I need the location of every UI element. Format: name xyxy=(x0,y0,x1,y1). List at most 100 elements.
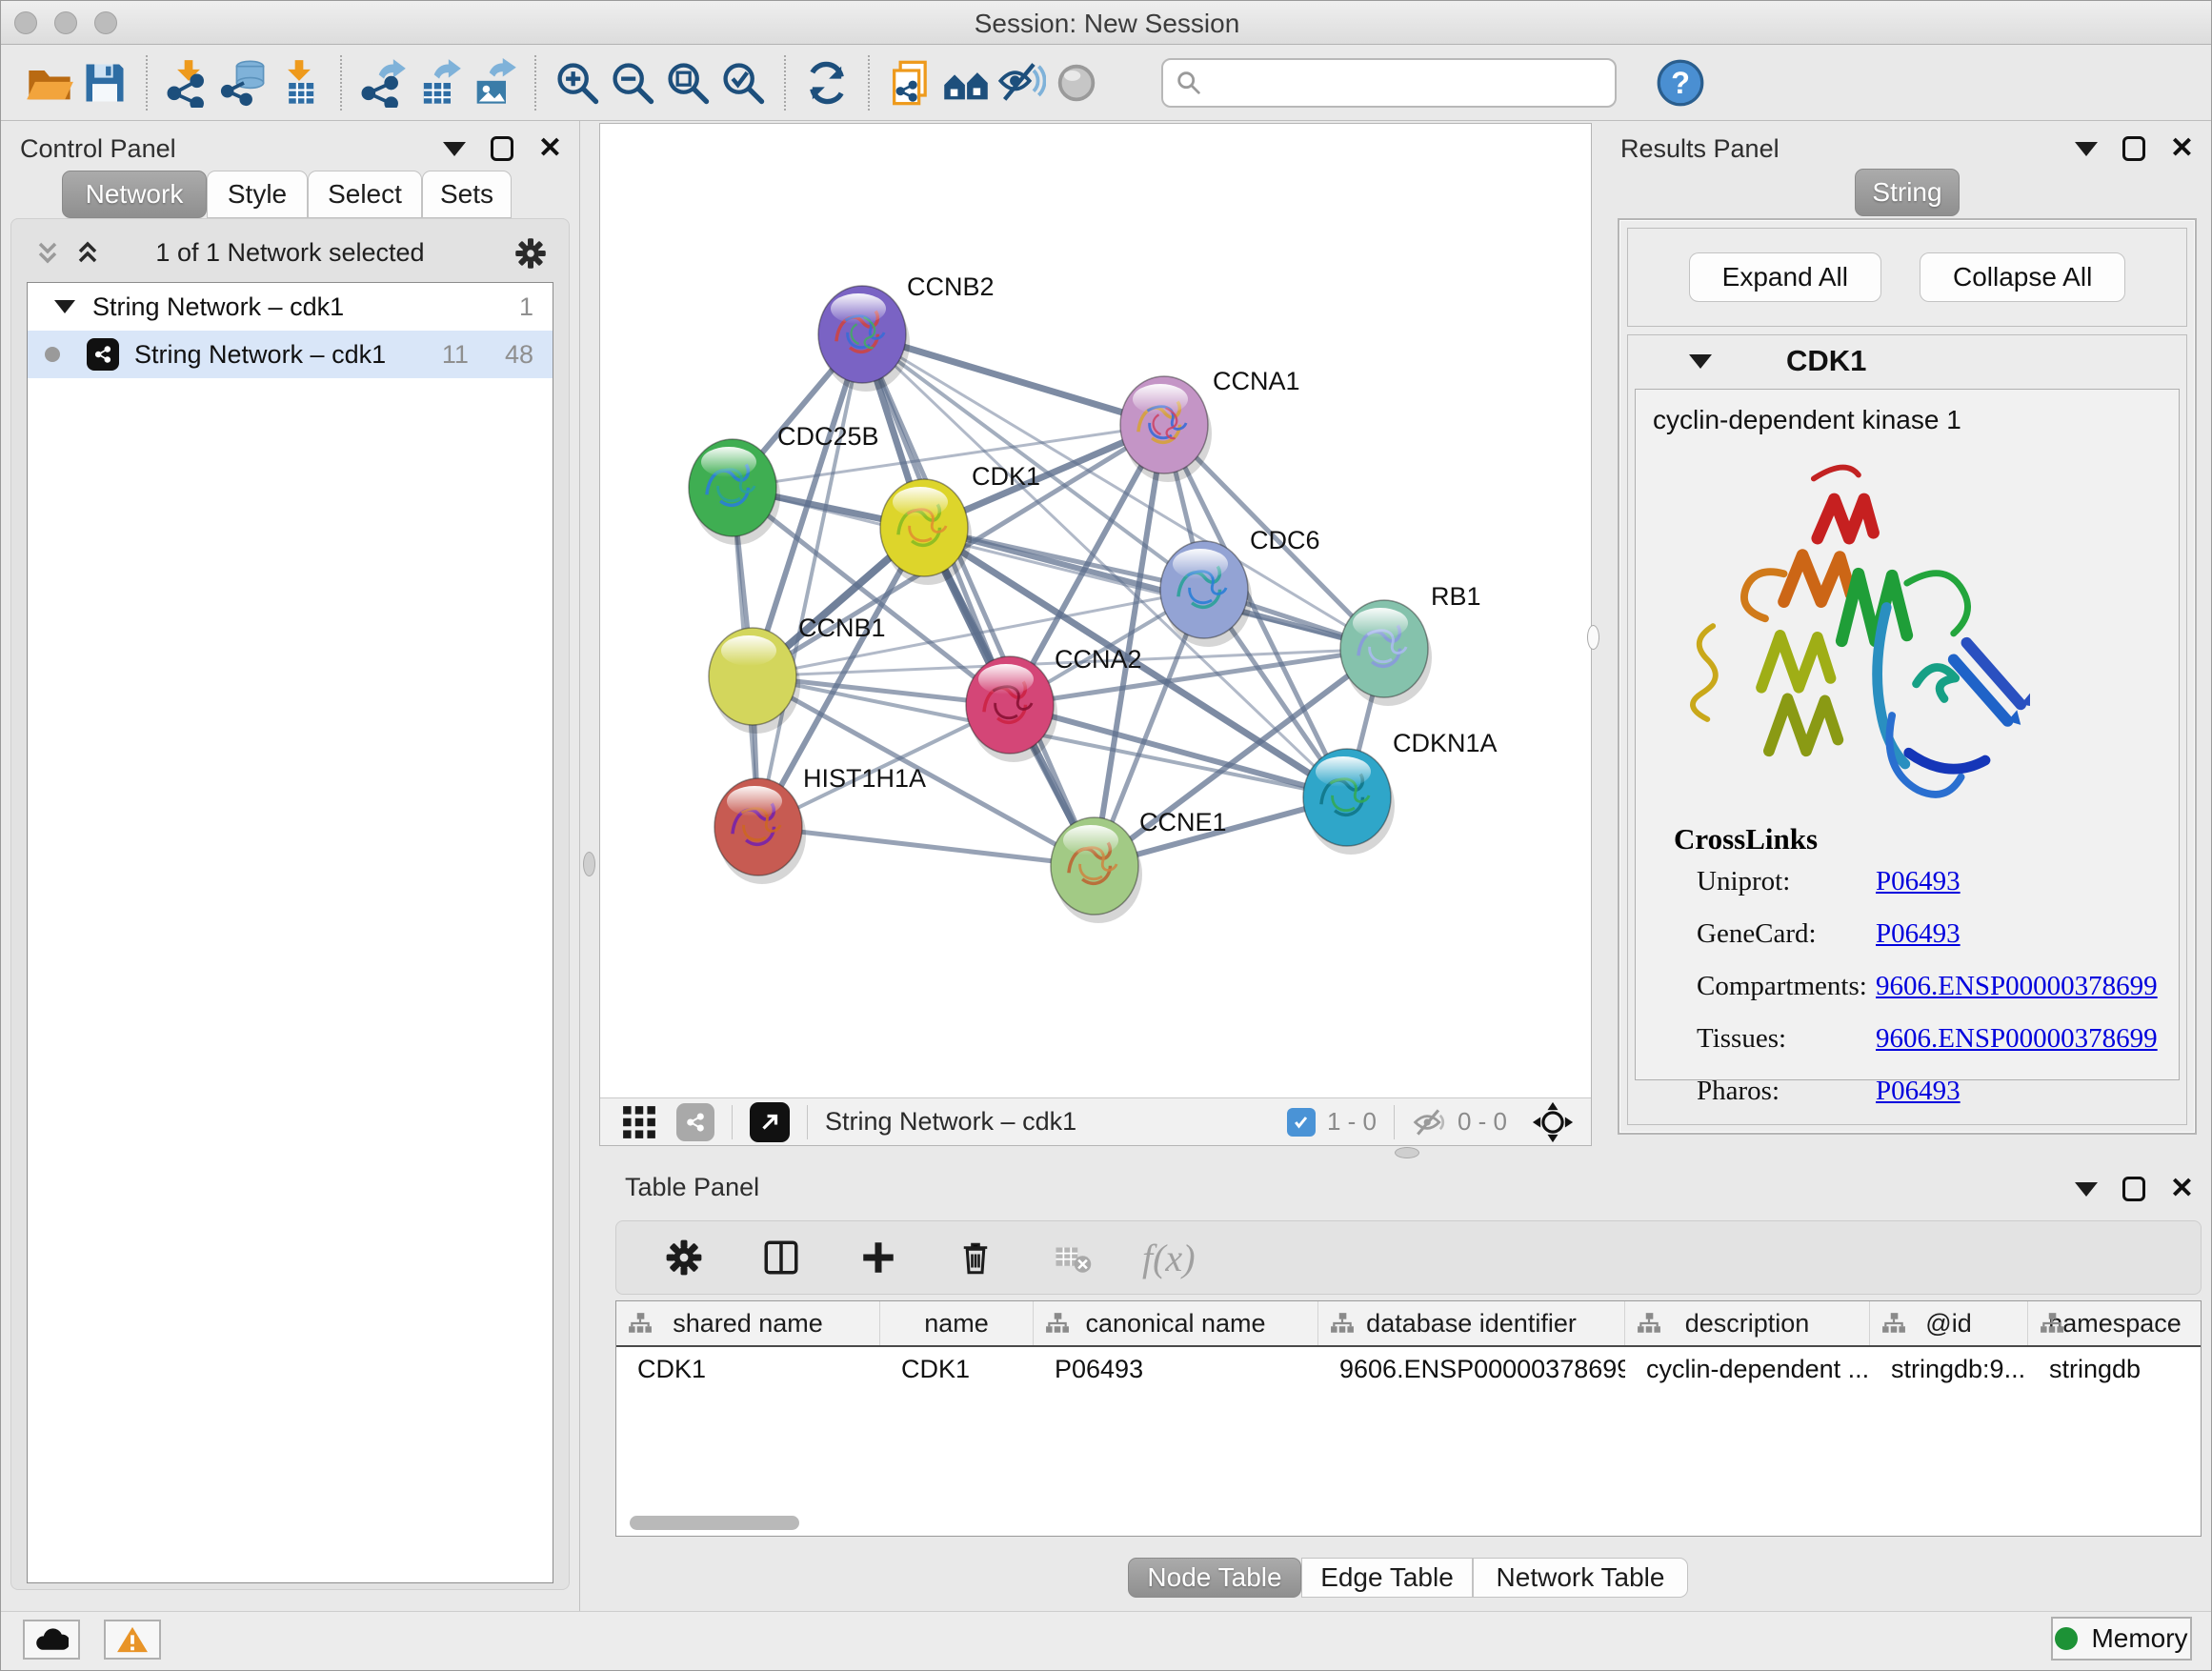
network-node-RB1[interactable] xyxy=(1340,600,1432,706)
import-network-database-icon[interactable] xyxy=(216,55,271,111)
left-splitter-handle[interactable] xyxy=(583,852,595,876)
zoom-selected-icon[interactable] xyxy=(715,55,771,111)
import-table-icon[interactable] xyxy=(271,55,327,111)
network-row[interactable]: String Network – cdk1 1148 xyxy=(28,331,553,378)
tab-sets[interactable]: Sets xyxy=(422,171,512,218)
zoom-out-icon[interactable] xyxy=(605,55,660,111)
help-icon[interactable]: ? xyxy=(1655,57,1706,109)
hide-selected-icon[interactable] xyxy=(994,55,1049,111)
column-header-canonical-name[interactable]: canonical name xyxy=(1034,1301,1318,1345)
export-image-icon[interactable] xyxy=(466,55,521,111)
collapse-panel-icon[interactable] xyxy=(443,142,466,156)
cloud-status-button[interactable] xyxy=(23,1620,80,1660)
network-graph[interactable]: CCNB2CCNA1CDC25BCDK1CDC6RB1CCNB1CCNA2CDK… xyxy=(600,124,1591,1097)
selected-indicator-checkbox[interactable] xyxy=(1287,1108,1316,1137)
network-options-gear-icon[interactable] xyxy=(513,236,548,271)
expand-all-button[interactable]: Expand All xyxy=(1689,252,1881,302)
create-column-icon[interactable] xyxy=(851,1230,906,1285)
float-panel-icon[interactable] xyxy=(491,136,513,161)
zoom-fit-icon[interactable] xyxy=(660,55,715,111)
horizontal-scrollbar-thumb[interactable] xyxy=(630,1516,799,1530)
column-header-shared-name[interactable]: shared name xyxy=(616,1301,880,1345)
column-type-icon xyxy=(1881,1311,1906,1336)
birds-eye-view-icon[interactable] xyxy=(750,1102,790,1142)
tab-network[interactable]: Network xyxy=(62,171,207,218)
hidden-indicator-eye-icon[interactable] xyxy=(1412,1106,1446,1138)
grid-view-icon[interactable] xyxy=(621,1104,657,1140)
tab-node-table[interactable]: Node Table xyxy=(1128,1558,1301,1598)
memory-button[interactable]: Memory xyxy=(2051,1617,2192,1661)
collapse-entry-icon[interactable] xyxy=(1689,354,1712,369)
table-cell[interactable]: CDK1 xyxy=(880,1355,1034,1384)
table-panel-title: Table Panel xyxy=(625,1173,759,1202)
network-node-CDC25B[interactable] xyxy=(689,439,780,545)
status-bar: Memory xyxy=(1,1611,2212,1671)
table-cell[interactable]: 9606.ENSP00000378699 xyxy=(1318,1355,1625,1384)
network-node-CCNB2[interactable] xyxy=(818,286,910,392)
show-columns-icon[interactable] xyxy=(754,1230,809,1285)
network-node-CDK1[interactable] xyxy=(880,479,972,585)
bottom-splitter-handle[interactable] xyxy=(1395,1147,1419,1158)
crosslink-link[interactable]: P06493 xyxy=(1876,866,1961,897)
collapse-panel-icon[interactable] xyxy=(2075,142,2098,156)
export-table-icon[interactable] xyxy=(411,55,466,111)
network-edge[interactable] xyxy=(758,334,862,827)
crosslink-link[interactable]: 9606.ENSP00000378699 xyxy=(1876,1023,2158,1055)
table-cell[interactable]: stringdb xyxy=(2028,1355,2202,1384)
pan-crosshair-icon[interactable] xyxy=(1532,1101,1574,1143)
crosslink-link[interactable]: P06493 xyxy=(1876,1076,1961,1107)
float-panel-icon[interactable] xyxy=(2122,1177,2145,1201)
warnings-button[interactable] xyxy=(104,1620,161,1660)
search-input[interactable] xyxy=(1203,68,1584,97)
table-options-gear-icon[interactable] xyxy=(656,1230,712,1285)
network-edge[interactable] xyxy=(758,827,1095,866)
close-panel-icon[interactable]: ✕ xyxy=(538,136,562,161)
tree-expand-icon[interactable] xyxy=(54,300,75,313)
column-header-namespace[interactable]: namespace xyxy=(2028,1301,2202,1345)
crosslink-link[interactable]: P06493 xyxy=(1876,918,1961,950)
column-header-description[interactable]: description xyxy=(1625,1301,1870,1345)
network-node-CCNA2[interactable] xyxy=(966,656,1057,762)
network-node-CCNE1[interactable] xyxy=(1051,817,1142,923)
table-cell[interactable]: cyclin-dependent ... xyxy=(1625,1355,1870,1384)
column-header-database-identifier[interactable]: database identifier xyxy=(1318,1301,1625,1345)
table-cell[interactable]: P06493 xyxy=(1034,1355,1318,1384)
table-row[interactable]: CDK1CDK1P064939606.ENSP00000378699cyclin… xyxy=(616,1347,2201,1391)
tab-edge-table[interactable]: Edge Table xyxy=(1301,1558,1473,1598)
search-icon xyxy=(1175,69,1203,97)
network-node-HIST1H1A[interactable] xyxy=(714,778,806,884)
crosslink-link[interactable]: 9606.ENSP00000378699 xyxy=(1876,971,2158,1002)
network-selection-status: 1 of 1 Network selected xyxy=(11,238,569,268)
tab-network-table[interactable]: Network Table xyxy=(1473,1558,1688,1598)
export-network-icon[interactable] xyxy=(355,55,411,111)
annotation-icon[interactable] xyxy=(883,55,938,111)
bundle-edges-icon[interactable] xyxy=(938,55,994,111)
string-view-icon[interactable] xyxy=(676,1103,714,1141)
apply-layout-icon[interactable] xyxy=(799,55,855,111)
network-node-CCNA1[interactable] xyxy=(1120,376,1212,482)
float-panel-icon[interactable] xyxy=(2122,136,2145,161)
function-builder-icon[interactable]: f(x) xyxy=(1142,1236,1196,1280)
save-session-icon[interactable] xyxy=(77,55,132,111)
show-all-icon[interactable] xyxy=(1049,55,1104,111)
collapse-panel-icon[interactable] xyxy=(2075,1182,2098,1197)
collapse-all-button[interactable]: Collapse All xyxy=(1920,252,2125,302)
table-cell[interactable]: stringdb:9... xyxy=(1870,1355,2028,1384)
column-header--id[interactable]: @id xyxy=(1870,1301,2028,1345)
delete-column-icon[interactable] xyxy=(948,1230,1003,1285)
column-header-name[interactable]: name xyxy=(880,1301,1034,1345)
tab-style[interactable]: Style xyxy=(207,171,308,218)
table-cell[interactable]: CDK1 xyxy=(616,1355,880,1384)
network-node-CDKN1A[interactable] xyxy=(1303,749,1395,855)
import-network-icon[interactable] xyxy=(161,55,216,111)
right-splitter-handle[interactable] xyxy=(1587,625,1599,650)
tab-select[interactable]: Select xyxy=(308,171,422,218)
node-result-header[interactable]: CDK1 xyxy=(1628,335,2186,387)
open-session-icon[interactable] xyxy=(22,55,77,111)
close-panel-icon[interactable]: ✕ xyxy=(2170,1177,2194,1201)
tab-string[interactable]: String xyxy=(1855,169,1960,216)
delete-table-icon[interactable] xyxy=(1045,1230,1100,1285)
network-collection-row[interactable]: String Network – cdk1 1 xyxy=(28,283,553,331)
zoom-in-icon[interactable] xyxy=(550,55,605,111)
close-panel-icon[interactable]: ✕ xyxy=(2170,136,2194,161)
